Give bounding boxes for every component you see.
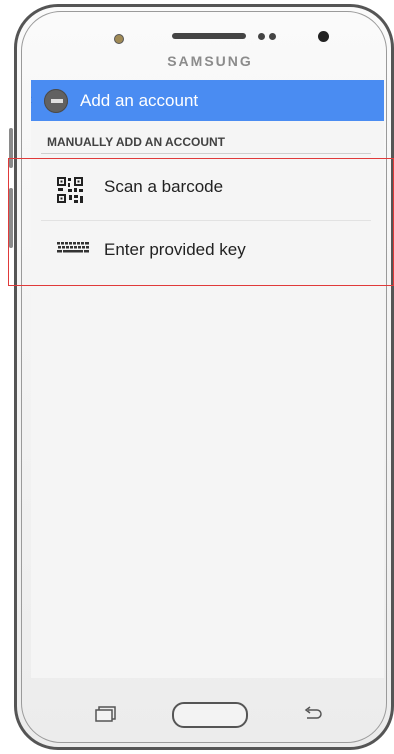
back-arrow-icon[interactable]: ‹ <box>31 91 32 109</box>
home-button[interactable] <box>172 702 248 728</box>
brand-logo: SAMSUNG <box>167 53 253 69</box>
navigation-bar <box>31 678 384 750</box>
app-bar: ‹ Add an account <box>31 80 384 121</box>
earpiece <box>172 33 246 39</box>
sensor-icon <box>258 33 265 40</box>
divider <box>41 153 371 154</box>
sensor-icon <box>269 33 276 40</box>
authenticator-logo-icon[interactable] <box>44 89 68 113</box>
highlight-box <box>8 158 394 286</box>
back-icon[interactable] <box>303 706 323 727</box>
section-header: MANUALLY ADD AN ACCOUNT <box>47 135 225 149</box>
front-camera-icon <box>114 34 124 44</box>
camera-icon <box>318 31 329 42</box>
recent-apps-icon[interactable] <box>95 706 117 727</box>
page-title: Add an account <box>80 91 199 110</box>
